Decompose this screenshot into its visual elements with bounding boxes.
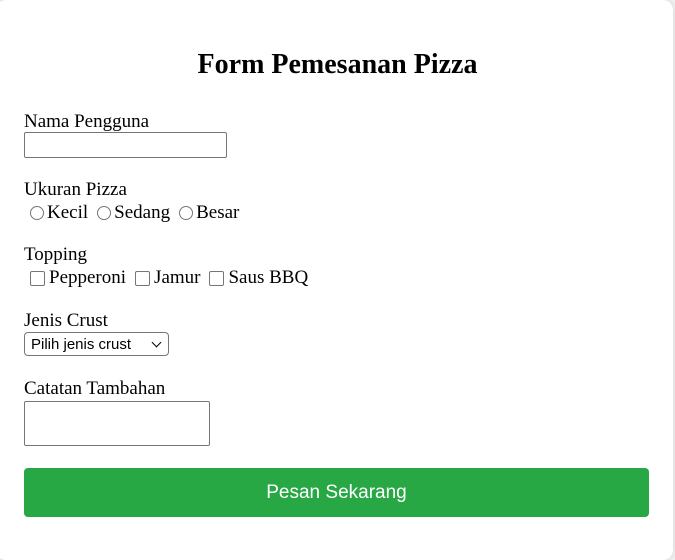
notes-textarea[interactable] — [24, 401, 210, 446]
size-option-label: Kecil — [47, 202, 89, 223]
page-title: Form Pemesanan Pizza — [197, 49, 478, 80]
notes-label: Catatan Tambahan — [24, 378, 166, 399]
checkbox-saus-bbq[interactable] — [209, 270, 225, 286]
checkbox-jamur[interactable] — [135, 270, 151, 286]
name-label: Nama Pengguna — [24, 111, 150, 132]
topping-options: Pepperoni Jamur Saus BBQ — [30, 267, 317, 289]
topping-option-label: Pepperoni — [49, 267, 127, 288]
topping-option-label: Saus BBQ — [228, 267, 309, 288]
radio-kecil[interactable] — [30, 206, 44, 220]
size-option-kecil[interactable]: Kecil — [30, 202, 88, 224]
size-option-label: Besar — [196, 202, 240, 223]
topping-option-jamur[interactable]: Jamur — [135, 267, 200, 289]
name-input[interactable] — [24, 132, 227, 158]
radio-sedang[interactable] — [97, 206, 112, 220]
size-option-besar[interactable]: Besar — [179, 202, 239, 224]
topping-option-label: Jamur — [154, 267, 201, 288]
topping-option-pepperoni[interactable]: Pepperoni — [30, 267, 126, 289]
crust-label: Jenis Crust — [24, 310, 108, 331]
radio-besar[interactable] — [179, 206, 194, 220]
topping-option-saus-bbq[interactable]: Saus BBQ — [209, 267, 308, 289]
crust-selected-value: Pilih jenis crust — [31, 335, 132, 353]
topping-label: Topping — [24, 244, 88, 265]
size-option-label: Sedang — [114, 202, 171, 223]
size-option-sedang[interactable]: Sedang — [97, 202, 170, 224]
submit-order-button[interactable]: Pesan Sekarang — [24, 468, 649, 517]
size-options: Kecil Sedang Besar — [30, 202, 248, 224]
crust-select[interactable]: Pilih jenis crust — [24, 332, 169, 356]
checkbox-pepperoni[interactable] — [30, 270, 45, 286]
chevron-down-icon — [151, 337, 162, 347]
size-label: Ukuran Pizza — [24, 179, 127, 200]
